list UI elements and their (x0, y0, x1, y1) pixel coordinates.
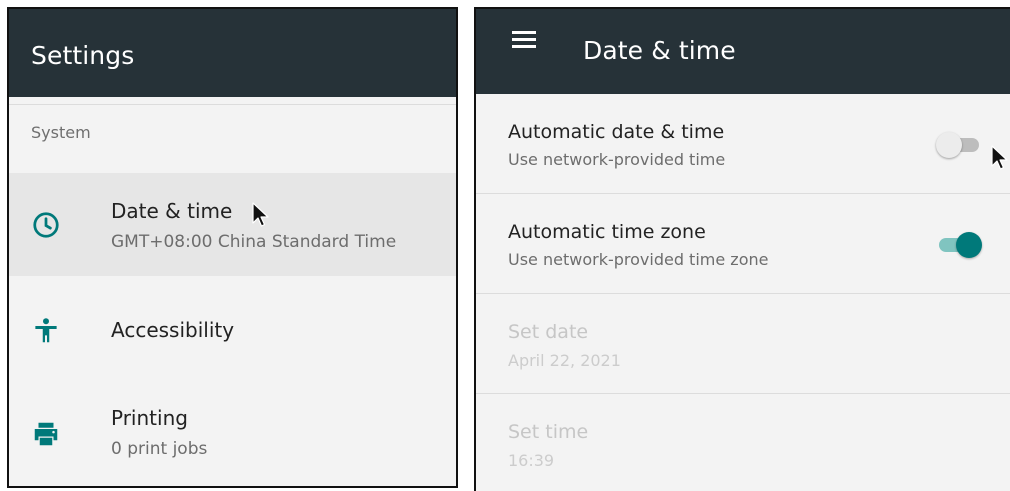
automatic-date-time-title: Automatic date & time (508, 121, 725, 143)
header-divider (9, 104, 456, 105)
settings-item-printing[interactable]: Printing 0 print jobs (9, 386, 456, 486)
set-time-title: Set time (508, 421, 589, 443)
automatic-time-zone-title: Automatic time zone (508, 221, 706, 243)
settings-app-bar: Settings (9, 9, 456, 97)
date-time-subtitle: GMT+08:00 China Standard Time (111, 232, 397, 252)
automatic-date-time-switch[interactable] (936, 130, 986, 160)
pref-set-date: Set date April 22, 2021 (476, 294, 1010, 393)
settings-item-date-time[interactable]: Date & time GMT+08:00 China Standard Tim… (9, 173, 456, 276)
date-time-screen: Date & time Automatic date & time Use ne… (474, 7, 1010, 491)
clock-icon (33, 212, 59, 238)
mouse-cursor-icon (252, 202, 269, 227)
date-time-app-bar: Date & time (476, 9, 1010, 94)
set-time-value: 16:39 (508, 451, 555, 470)
mouse-cursor-icon (991, 145, 1008, 170)
printing-title: Printing (111, 406, 188, 430)
accessibility-icon (35, 318, 57, 343)
printer-icon (34, 422, 58, 446)
pref-automatic-time-zone[interactable]: Automatic time zone Use network-provided… (476, 194, 1010, 293)
automatic-date-time-subtitle: Use network-provided time (508, 150, 726, 169)
section-header-system: System (31, 123, 91, 142)
set-date-title: Set date (508, 321, 589, 343)
menu-icon[interactable] (512, 31, 536, 48)
set-date-value: April 22, 2021 (508, 351, 621, 370)
settings-item-accessibility[interactable]: Accessibility (9, 276, 456, 386)
automatic-time-zone-subtitle: Use network-provided time zone (508, 250, 769, 269)
settings-screen: Settings System Date & time GMT+08:00 Ch… (7, 7, 458, 488)
accessibility-title: Accessibility (111, 318, 235, 342)
date-time-screen-title: Date & time (583, 36, 736, 65)
printing-subtitle: 0 print jobs (111, 439, 208, 459)
settings-title: Settings (31, 41, 135, 70)
pref-automatic-date-time[interactable]: Automatic date & time Use network-provid… (476, 94, 1010, 193)
pref-set-time: Set time 16:39 (476, 394, 1010, 491)
date-time-title: Date & time (111, 199, 233, 223)
automatic-time-zone-switch[interactable] (936, 230, 986, 260)
